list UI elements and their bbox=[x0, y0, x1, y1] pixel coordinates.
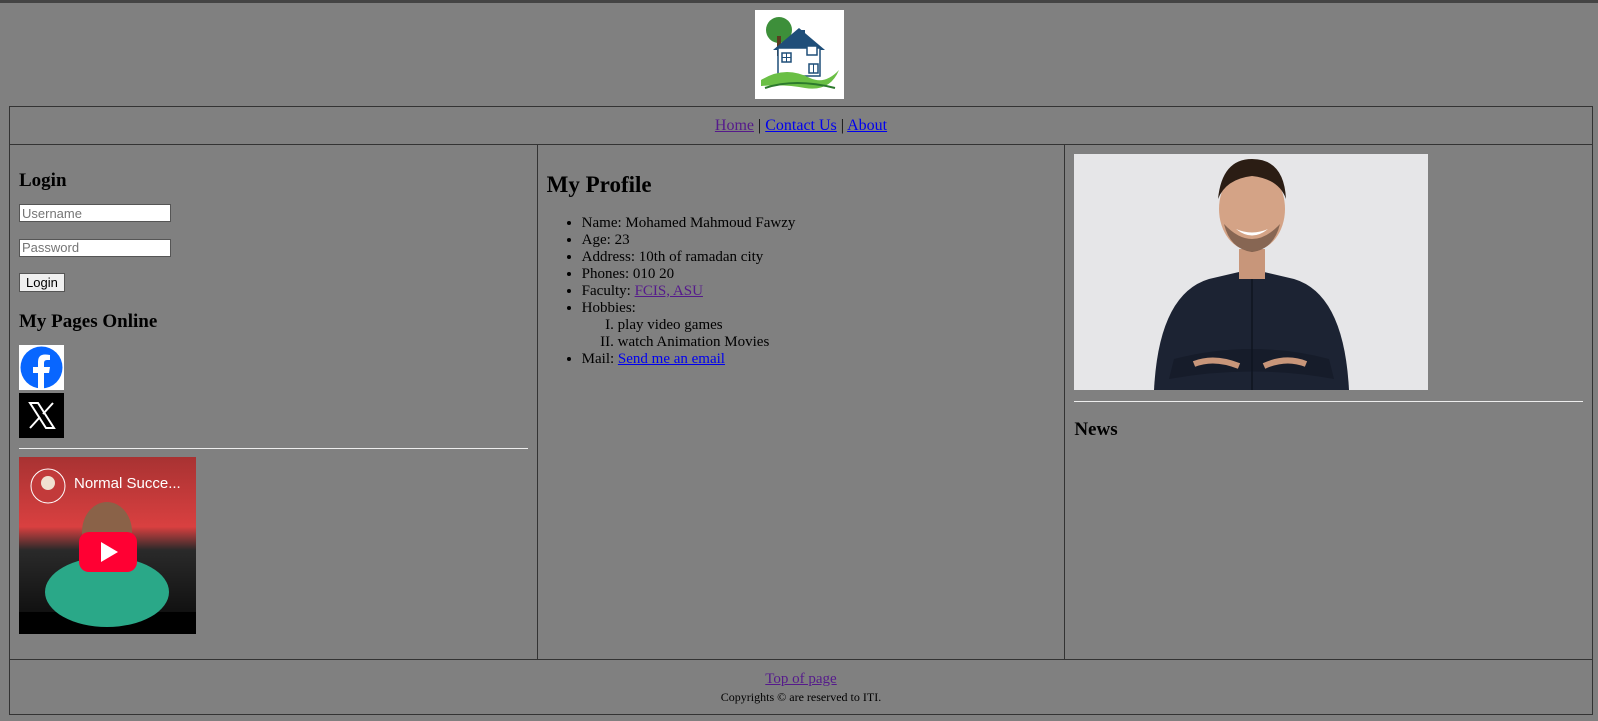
profile-label: Age: bbox=[581, 232, 615, 248]
password-input[interactable] bbox=[19, 238, 171, 257]
profile-label: Address: bbox=[581, 249, 639, 265]
login-heading: Login bbox=[19, 170, 67, 191]
house-logo bbox=[754, 10, 844, 99]
profile-label: Faculty: bbox=[581, 283, 635, 299]
video-title: Normal Succe... bbox=[74, 475, 181, 492]
divider bbox=[19, 448, 528, 449]
x-logo-icon bbox=[19, 393, 64, 438]
nav-bar: Home | Contact Us | About bbox=[9, 106, 1593, 145]
page-title: My Profile bbox=[546, 172, 652, 197]
my-pages-heading: My Pages Online bbox=[19, 311, 158, 332]
list-item: Name: Mohamed Mahmoud Fawzy bbox=[582, 215, 1056, 232]
list-item: Faculty: FCIS, ASU bbox=[582, 283, 1056, 300]
list-item: Phones: 010 20 bbox=[582, 266, 1056, 283]
footer: Top of page Copyrights © are reserved to… bbox=[9, 659, 1593, 715]
profile-value: 010 20 bbox=[632, 266, 675, 282]
x-twitter-link[interactable] bbox=[19, 393, 64, 438]
divider bbox=[1074, 401, 1583, 402]
nav-home-link[interactable]: Home bbox=[715, 117, 754, 134]
profile-photo bbox=[1074, 154, 1429, 390]
main-content: My Profile Name: Mohamed Mahmoud Fawzy A… bbox=[536, 144, 1066, 660]
profile-label: Mail: bbox=[581, 351, 618, 367]
list-item: Hobbies: play video games watch Animatio… bbox=[582, 300, 1056, 351]
hobby-item: watch Animation Movies bbox=[618, 334, 1056, 351]
faculty-link[interactable]: FCIS, ASU bbox=[635, 283, 703, 299]
page-layout: Home | Contact Us | About Login Login My… bbox=[9, 106, 1593, 715]
profile-value: 10th of ramadan city bbox=[638, 249, 764, 265]
username-input[interactable] bbox=[19, 204, 171, 222]
top-of-page-link[interactable]: Top of page bbox=[765, 671, 836, 687]
left-sidebar: Login Login My Pages Online bbox=[9, 144, 538, 660]
copyright-text: Copyrights © are reserved to ITI. bbox=[720, 689, 882, 704]
facebook-link[interactable] bbox=[19, 345, 64, 390]
nav-contact-link[interactable]: Contact Us bbox=[765, 117, 837, 134]
list-item: Age: 23 bbox=[582, 232, 1056, 249]
right-sidebar: News bbox=[1064, 144, 1593, 660]
profile-label: Name: bbox=[581, 215, 626, 231]
youtube-video-embed[interactable]: Normal Succe... bbox=[19, 457, 196, 634]
profile-label: Phones: bbox=[581, 266, 633, 282]
facebook-icon bbox=[19, 345, 64, 390]
nav-separator: | bbox=[840, 116, 844, 134]
profile-list: Name: Mohamed Mahmoud Fawzy Age: 23 Addr… bbox=[547, 215, 1056, 368]
nav-about-link[interactable]: About bbox=[847, 117, 887, 134]
news-heading: News bbox=[1074, 419, 1118, 440]
list-item: Address: 10th of ramadan city bbox=[582, 249, 1056, 266]
profile-label: Hobbies: bbox=[581, 300, 636, 316]
list-item: Mail: Send me an email bbox=[582, 351, 1056, 368]
login-button[interactable]: Login bbox=[19, 273, 65, 292]
email-link[interactable]: Send me an email bbox=[618, 351, 725, 367]
profile-value: Mohamed Mahmoud Fawzy bbox=[625, 215, 796, 231]
nav-separator: | bbox=[758, 116, 762, 134]
hobbies-list: play video games watch Animation Movies bbox=[582, 317, 1056, 351]
profile-value: 23 bbox=[614, 232, 630, 248]
hobby-item: play video games bbox=[618, 317, 1056, 334]
logo-area bbox=[0, 3, 1598, 104]
